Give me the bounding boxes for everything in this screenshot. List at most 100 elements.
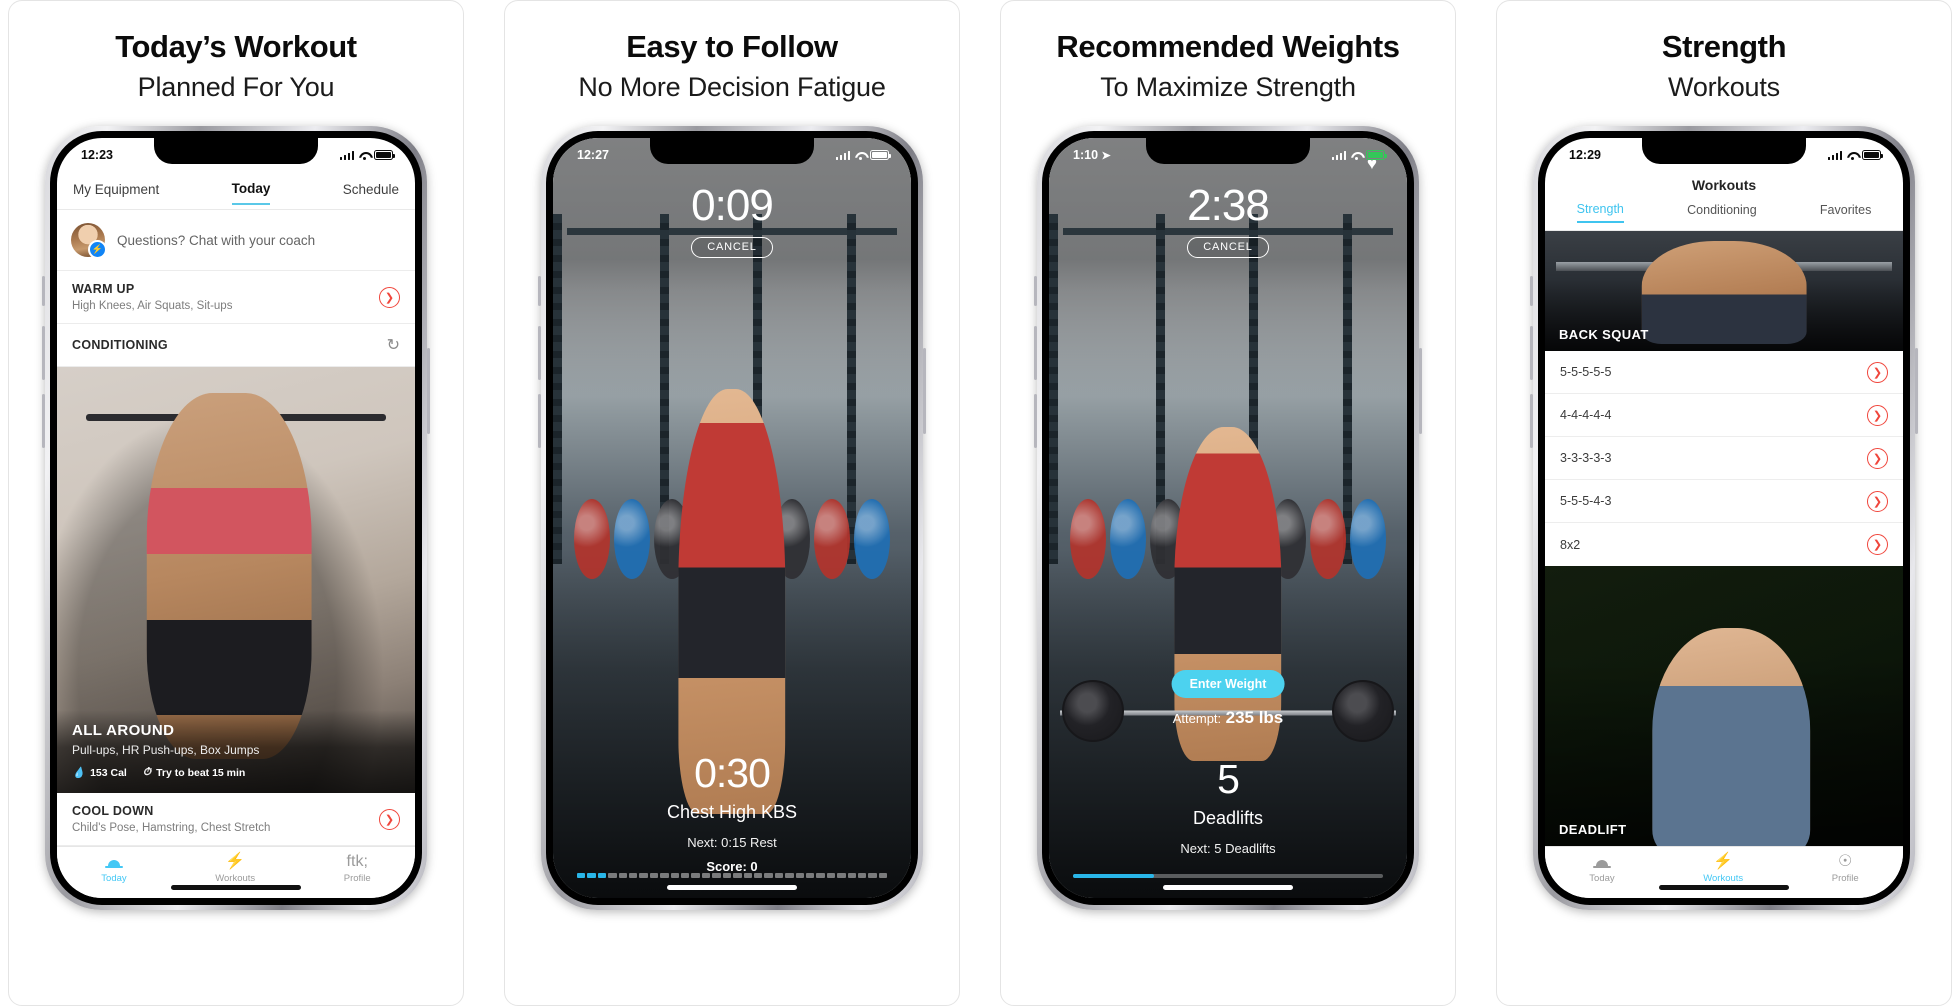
rep-scheme-row[interactable]: 4-4-4-4-4 ❯ [1545, 394, 1903, 437]
home-indicator [667, 885, 797, 890]
screenshot-card-2: Easy to Follow No More Decision Fatigue … [504, 0, 960, 1006]
volume-down-button [42, 394, 45, 448]
home-indicator [1163, 885, 1293, 890]
home-indicator [1659, 885, 1789, 890]
person-icon: ☉ [1838, 852, 1853, 870]
cancel-button[interactable]: CANCEL [1187, 237, 1269, 258]
tabbar-item-workouts[interactable]: ⚡ Workouts [1703, 853, 1743, 884]
interval-time: 0:30 [694, 750, 771, 796]
back-squat-banner[interactable]: BACK SQUAT [1545, 231, 1903, 351]
headline-4: Strength Workouts [1662, 31, 1787, 101]
app-store-screenshot-gallery: Today’s Workout Planned For You 12:23 My… [0, 0, 1952, 1006]
tabbar-item-today[interactable]: Today [1589, 853, 1615, 884]
chevron-right-icon[interactable]: ❯ [1867, 490, 1888, 512]
target-time-meta: ⏱ Try to beat 15 min [143, 766, 245, 779]
battery-icon [870, 150, 891, 160]
coach-chat-row[interactable]: ⚡ Questions? Chat with your coach [57, 210, 415, 271]
tabbar-item-workouts[interactable]: ⚡ Workouts [215, 853, 255, 884]
headline-2: Easy to Follow No More Decision Fatigue [578, 29, 886, 102]
tab-strength[interactable]: Strength [1576, 202, 1624, 223]
power-button [427, 348, 430, 434]
status-time: 12:23 [81, 148, 113, 162]
athlete-photo [1652, 627, 1810, 846]
notch [650, 138, 814, 164]
chevron-right-icon[interactable]: ❯ [379, 286, 400, 308]
next-up-label: Next: 5 Deadlifts [1180, 841, 1276, 856]
tab-favorites[interactable]: Favorites [1820, 203, 1871, 222]
countdown-timer-top-2: 0:09 CANCEL [553, 184, 911, 258]
volume-up-button [42, 326, 45, 380]
cancel-button[interactable]: CANCEL [691, 237, 773, 258]
conditioning-row[interactable]: CONDITIONING ↻ [57, 324, 415, 367]
deadlift-label: DEADLIFT [1559, 822, 1627, 837]
power-button [1915, 348, 1918, 434]
cool-down-row[interactable]: COOL DOWN Child's Pose, Hamstring, Chest… [57, 793, 415, 846]
screenshot-card-3: Recommended Weights To Maximize Strength [1000, 0, 1456, 1006]
workout-type-tabs: Strength Conditioning Favorites [1545, 202, 1903, 231]
coach-avatar: ⚡ [71, 223, 107, 259]
tab-conditioning[interactable]: Conditioning [1687, 203, 1757, 222]
volume-down-button [538, 394, 541, 448]
deadlift-banner[interactable]: DEADLIFT [1545, 566, 1903, 846]
timer-value: 2:38 [1187, 181, 1270, 230]
cellular-signal-icon [1331, 150, 1346, 160]
rep-scheme-label: 3-3-3-3-3 [1560, 451, 1612, 465]
tabbar-item-profile[interactable]: ☉ Profile [1832, 853, 1859, 884]
rep-scheme-label: 5-5-5-5-5 [1560, 365, 1612, 379]
hero-overlay: ALL AROUND Pull-ups, HR Push-ups, Box Ju… [57, 710, 415, 793]
status-time: 12:27 [577, 148, 609, 162]
workout-hero-card[interactable]: ALL AROUND Pull-ups, HR Push-ups, Box Ju… [57, 367, 415, 793]
rep-scheme-row[interactable]: 8x2 ❯ [1545, 523, 1903, 566]
exercise-info-3: 5 Deadlifts Next: 5 Deadlifts [1049, 756, 1407, 857]
battery-icon [374, 150, 395, 160]
next-up-label: Next: 0:15 Rest [687, 835, 777, 850]
headline-1: Today’s Workout Planned For You [115, 29, 357, 101]
status-time: 12:29 [1569, 148, 1601, 162]
chevron-right-icon[interactable]: ❯ [1867, 447, 1888, 469]
chevron-right-icon[interactable]: ❯ [1867, 534, 1888, 555]
phone-mockup-3: 1:10 ➤ 2:38 CANCEL ♥ Enter Weight Attemp… [1034, 126, 1422, 910]
volume-down-button [1530, 394, 1533, 448]
mute-switch [1530, 276, 1533, 306]
person-icon: ftk; [346, 852, 368, 870]
mute-switch [42, 276, 45, 306]
interval-progress-track[interactable] [577, 873, 888, 878]
cellular-signal-icon [339, 150, 354, 160]
tab-my-equipment[interactable]: My Equipment [73, 182, 159, 204]
tabbar-label: Workouts [215, 873, 256, 884]
rep-scheme-row[interactable]: 5-5-5-4-3 ❯ [1545, 480, 1903, 523]
bolt-icon: ⚡ [1713, 852, 1734, 870]
refresh-icon[interactable]: ↻ [387, 335, 400, 355]
chevron-right-icon[interactable]: ❯ [379, 808, 400, 830]
location-arrow-icon: ➤ [1101, 150, 1111, 162]
notch [1146, 138, 1310, 164]
mute-switch [538, 276, 541, 306]
rep-scheme-row[interactable]: 5-5-5-5-5 ❯ [1545, 351, 1903, 394]
headline-bold-1: Today’s Workout [115, 29, 357, 64]
attempt-row: Attempt: 235 lbs [1049, 708, 1407, 728]
flame-icon: 💧 [72, 767, 86, 779]
workout-progress-bar[interactable] [1073, 874, 1383, 878]
headline-bold-2: Easy to Follow [626, 29, 838, 64]
calories-value: 153 Cal [90, 766, 127, 779]
chevron-right-icon[interactable]: ❯ [1867, 361, 1888, 383]
headline-light-2: No More Decision Fatigue [578, 72, 886, 102]
headline-3: Recommended Weights To Maximize Strength [1056, 29, 1400, 101]
home-indicator [171, 885, 301, 890]
headline-bold-3: Recommended Weights [1056, 29, 1400, 64]
tabbar-item-profile[interactable]: ftk; Profile [344, 853, 371, 884]
bottom-tab-bar-4: Today ⚡ Workouts ☉ Profile [1545, 846, 1903, 898]
cellular-signal-icon [835, 150, 850, 160]
rep-count: 5 [1217, 756, 1240, 802]
tab-today[interactable]: Today [231, 181, 271, 205]
power-button [1419, 348, 1422, 434]
tabbar-item-today[interactable]: Today [101, 853, 127, 884]
rep-scheme-row[interactable]: 3-3-3-3-3 ❯ [1545, 437, 1903, 480]
warm-up-row[interactable]: WARM UP High Knees, Air Squats, Sit-ups … [57, 271, 415, 324]
chevron-right-icon[interactable]: ❯ [1867, 404, 1888, 426]
battery-icon [1366, 150, 1387, 160]
enter-weight-button[interactable]: Enter Weight [1171, 670, 1285, 698]
warm-up-title: WARM UP [72, 282, 135, 296]
tab-schedule[interactable]: Schedule [343, 182, 399, 204]
sunrise-icon [104, 853, 123, 870]
